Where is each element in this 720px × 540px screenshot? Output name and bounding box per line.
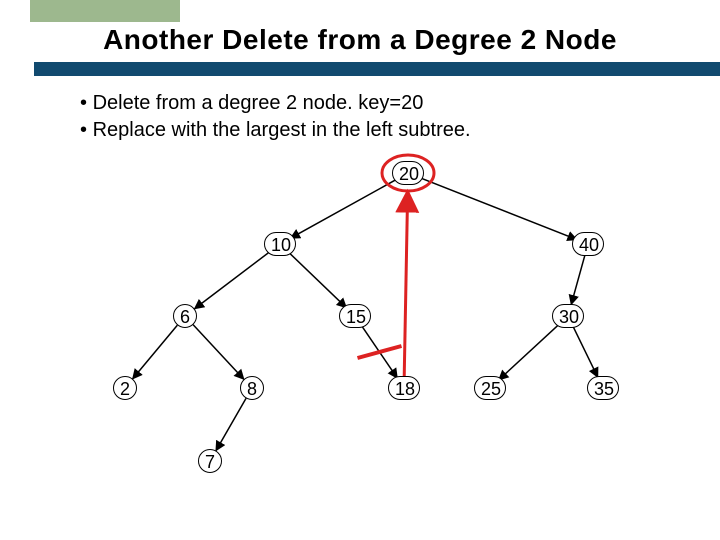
tree-node-7: 7 — [198, 449, 222, 473]
tree-node-40: 40 — [572, 232, 604, 256]
tree-node-6: 6 — [173, 304, 197, 328]
tree-node-20: 20 — [392, 161, 424, 185]
tree-node-8: 8 — [240, 376, 264, 400]
tree-node-25: 25 — [474, 376, 506, 400]
tree-node-2: 2 — [113, 376, 137, 400]
tree-node-18: 18 — [388, 376, 420, 400]
tree-diagram: 20 10 40 6 15 30 2 8 18 25 35 7 — [0, 0, 720, 540]
tree-node-30: 30 — [552, 304, 584, 328]
tree-node-15: 15 — [339, 304, 371, 328]
tree-node-35: 35 — [587, 376, 619, 400]
tree-node-10: 10 — [264, 232, 296, 256]
